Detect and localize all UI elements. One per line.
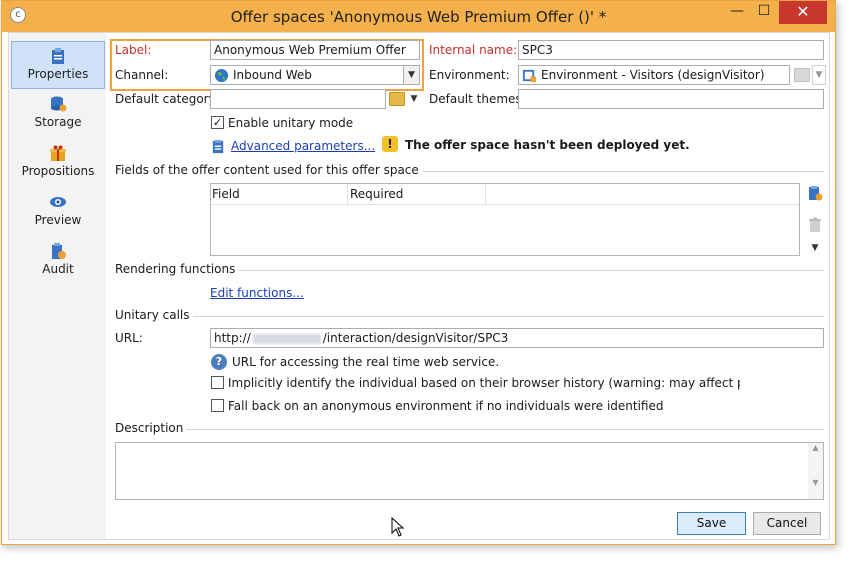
sidebar-item-preview[interactable]: Preview — [11, 188, 105, 236]
rendering-section-title: Rendering functions — [115, 262, 239, 276]
description-textarea[interactable] — [115, 442, 824, 500]
default-category-label: Default category: — [115, 92, 219, 106]
maximize-button[interactable]: ☐ — [752, 1, 776, 24]
sidebar-item-properties[interactable]: Properties — [11, 41, 105, 89]
default-themes-input[interactable] — [518, 89, 824, 109]
folder-icon[interactable] — [794, 68, 810, 82]
environment-icon — [522, 69, 537, 83]
channel-select[interactable]: Inbound Web ▼ — [210, 65, 420, 85]
save-button[interactable]: Save — [677, 512, 746, 535]
globe-icon — [214, 68, 229, 83]
channel-label: Channel: — [115, 68, 169, 82]
implicit-identify-label: Implicitly identify the individual based… — [228, 376, 740, 390]
parameters-icon — [212, 139, 224, 154]
scroll-down-icon[interactable]: ▼ — [808, 478, 823, 487]
default-themes-label: Default themes: — [429, 92, 526, 106]
advanced-parameters-link[interactable]: Advanced parameters... — [231, 139, 375, 153]
cancel-button[interactable]: Cancel — [753, 512, 821, 535]
enable-unitary-label: Enable unitary mode — [228, 116, 354, 130]
sidebar-item-label: Properties — [27, 67, 89, 81]
add-field-icon[interactable] — [807, 185, 823, 201]
fallback-label: Fall back on an anonymous environment if… — [228, 399, 664, 413]
sidebar: Properties Storage Propositions Preview … — [9, 33, 106, 539]
title-bar[interactable]: c Offer spaces 'Anonymous Web Premium Of… — [2, 1, 835, 32]
not-deployed-warning: The offer space hasn't been deployed yet… — [405, 138, 690, 152]
minimize-button[interactable]: — — [725, 1, 749, 24]
url-label: URL: — [115, 331, 143, 345]
column-header-required[interactable]: Required — [350, 184, 486, 204]
sidebar-item-label: Preview — [34, 213, 82, 227]
section-divider — [115, 429, 824, 430]
delete-icon[interactable] — [807, 217, 823, 233]
description-title: Description — [115, 421, 187, 435]
environment-value: Environment - Visitors (designVisitor) — [541, 68, 765, 82]
audit-icon — [52, 243, 66, 259]
chevron-down-icon[interactable]: ▼ — [403, 66, 419, 84]
label-input[interactable]: Anonymous Web Premium Offer — [210, 40, 420, 60]
eye-icon — [50, 197, 66, 207]
internal-name-input[interactable]: SPC3 — [518, 40, 824, 60]
internal-name-label: Internal name: — [429, 43, 518, 57]
fields-section-title: Fields of the offer content used for thi… — [115, 163, 422, 177]
edit-functions-link[interactable]: Edit functions... — [210, 286, 304, 300]
grid-header-divider — [211, 204, 799, 205]
default-category-input[interactable] — [210, 89, 386, 109]
sidebar-item-audit[interactable]: Audit — [11, 237, 105, 285]
window-title: Offer spaces 'Anonymous Web Premium Offe… — [230, 8, 607, 26]
channel-value: Inbound Web — [233, 68, 312, 82]
implicit-identify-checkbox[interactable] — [211, 376, 224, 389]
clipboard-icon — [52, 48, 64, 64]
scrollbar[interactable]: ▲ ▼ — [808, 443, 823, 499]
warning-icon: ! — [382, 136, 398, 152]
environment-label: Environment: — [429, 68, 510, 82]
chevron-down-icon[interactable]: ▼ — [812, 65, 826, 85]
sidebar-item-label: Storage — [34, 115, 82, 129]
database-icon — [51, 96, 67, 112]
chevron-down-icon[interactable]: ▼ — [407, 89, 421, 109]
mouse-cursor-icon — [391, 517, 405, 537]
dialog-window: c Offer spaces 'Anonymous Web Premium Of… — [1, 0, 836, 545]
fallback-checkbox[interactable] — [211, 399, 224, 412]
label-field-label: Label: — [115, 43, 152, 57]
column-header-field[interactable]: Field — [212, 184, 348, 204]
dialog-client: Properties Storage Propositions Preview … — [8, 32, 830, 540]
url-prefix: http:// — [214, 331, 251, 345]
url-input[interactable]: http:// /interaction/designVisitor/SPC3 — [210, 328, 824, 348]
gift-icon — [50, 145, 66, 161]
enable-unitary-checkbox[interactable]: ✓ — [211, 116, 224, 129]
sidebar-item-storage[interactable]: Storage — [11, 90, 105, 138]
chevron-down-icon[interactable]: ▼ — [809, 243, 821, 255]
folder-icon[interactable] — [389, 92, 405, 106]
section-divider — [115, 316, 824, 317]
help-icon: ? — [211, 354, 227, 370]
redacted-host — [252, 333, 321, 344]
url-suffix: /interaction/designVisitor/SPC3 — [322, 331, 509, 345]
sidebar-item-label: Propositions — [21, 164, 95, 178]
unitary-calls-title: Unitary calls — [115, 308, 193, 322]
close-button[interactable]: ✕ — [779, 1, 827, 24]
sidebar-item-label: Audit — [42, 262, 74, 276]
fields-grid[interactable]: Field Required — [210, 183, 800, 256]
scroll-up-icon[interactable]: ▲ — [808, 443, 823, 452]
environment-input[interactable]: Environment - Visitors (designVisitor) — [518, 65, 790, 85]
url-help-text: URL for accessing the real time web serv… — [232, 355, 500, 369]
sidebar-item-propositions[interactable]: Propositions — [11, 139, 105, 187]
